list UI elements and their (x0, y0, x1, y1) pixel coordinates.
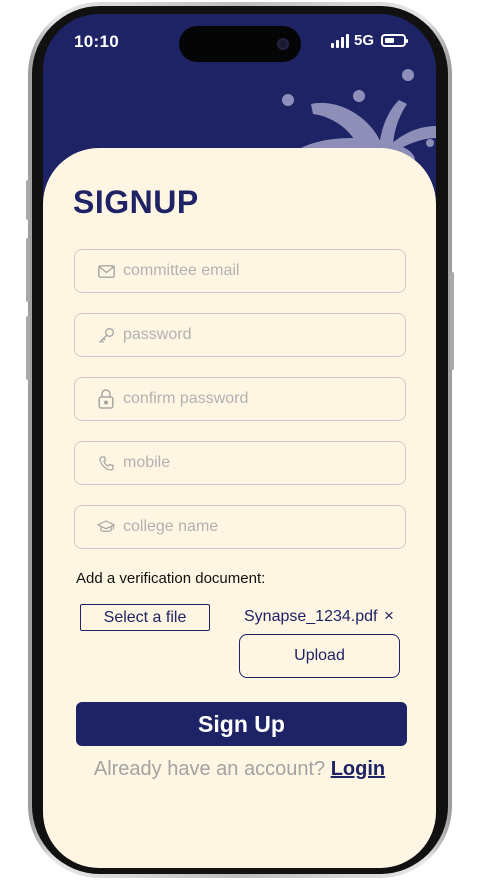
page-title: SIGNUP (73, 184, 199, 220)
email-field[interactable] (74, 249, 406, 293)
network-label: 5G (353, 32, 374, 49)
action-button (26, 180, 30, 220)
volume-up-button (26, 238, 30, 302)
login-link[interactable]: Login (331, 758, 385, 780)
college-name-input[interactable] (123, 518, 393, 536)
battery-icon (381, 34, 408, 47)
volume-down-button (26, 316, 30, 380)
key-icon (97, 326, 115, 344)
status-indicators: 5G (330, 32, 408, 49)
confirm-password-input[interactable] (123, 390, 393, 408)
login-prompt-text: Already have an account? (93, 758, 326, 780)
login-prompt-row: Already have an account? Login (43, 758, 436, 781)
confirm-password-field[interactable] (74, 377, 406, 421)
camera-icon (277, 38, 289, 50)
selected-file-name: Synapse_1234.pdf (244, 608, 378, 625)
upload-button[interactable]: Upload (239, 634, 400, 678)
screen: 10:10 5G SIGNUP committee email mobile c… (43, 14, 436, 868)
mail-icon (97, 262, 115, 280)
college-name-field[interactable] (74, 505, 406, 549)
verification-document-label: Add a verification document: (76, 570, 266, 587)
lock-icon (97, 389, 115, 409)
sign-up-button[interactable]: Sign Up (76, 702, 407, 746)
mobile-input[interactable] (123, 454, 393, 472)
password-input[interactable] (123, 326, 393, 344)
status-time: 10:10 (74, 32, 119, 51)
remove-file-icon[interactable]: × (384, 606, 394, 626)
power-button (450, 272, 454, 370)
graduation-cap-icon (97, 518, 115, 536)
status-bar: 10:10 5G (43, 14, 436, 68)
dynamic-island (179, 26, 301, 62)
signal-icon (330, 33, 349, 48)
password-field[interactable] (74, 313, 406, 357)
email-input[interactable] (123, 262, 393, 280)
phone-icon (97, 454, 115, 472)
select-file-button[interactable]: Select a file (80, 604, 210, 631)
mobile-field[interactable] (74, 441, 406, 485)
